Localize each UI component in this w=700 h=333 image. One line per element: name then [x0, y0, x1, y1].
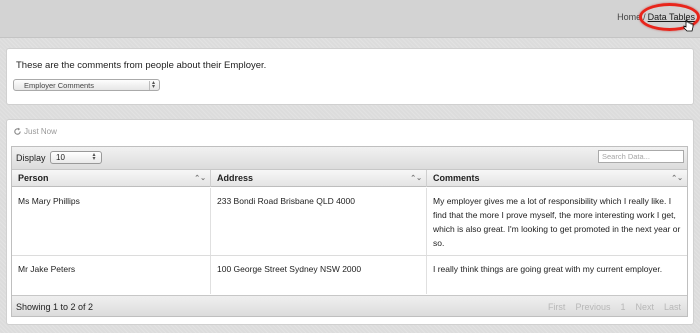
refresh-label: Just Now	[24, 127, 57, 136]
display-count-value: 10	[56, 153, 65, 162]
pagination: First Previous 1 Next Last	[548, 302, 681, 312]
breadcrumb: Home / Data Tables	[617, 12, 695, 22]
table-header: Person ⌃⌄ Address ⌃⌄ Comments ⌃⌄	[12, 170, 687, 187]
breadcrumb-separator: /	[643, 12, 646, 22]
table-toolbar: Display 10 ▴ ▾	[12, 147, 687, 170]
sort-icon: ⌃⌄	[410, 175, 422, 182]
search-input[interactable]	[598, 150, 684, 163]
data-table: Display 10 ▴▾ Person ⌃⌄ Address ⌃⌄ Comme…	[11, 146, 688, 317]
table-row[interactable]: Ms Mary Phillips 233 Bondi Road Brisbane…	[12, 188, 687, 256]
refresh-status[interactable]: Just Now	[13, 127, 57, 136]
column-header-address[interactable]: Address ⌃⌄	[211, 170, 427, 187]
sort-icon: ⌃⌄	[671, 175, 683, 182]
intro-text: These are the comments from people about…	[16, 60, 267, 71]
cell-address: 100 George Street Sydney NSW 2000	[211, 256, 427, 294]
pager-first[interactable]: First	[548, 302, 566, 312]
column-header-person[interactable]: Person ⌃⌄	[12, 170, 211, 187]
display-count-select[interactable]: 10 ▴ ▾	[50, 151, 102, 164]
cell-person: Ms Mary Phillips	[12, 188, 211, 255]
employer-comments-select-value: Employer Comments	[24, 81, 95, 90]
breadcrumb-home-link[interactable]: Home	[617, 12, 641, 22]
cell-comment: I really think things are going great wi…	[433, 264, 663, 274]
table-row[interactable]: Mr Jake Peters 100 George Street Sydney …	[12, 256, 687, 294]
column-header-label: Person	[18, 173, 49, 183]
pager-previous[interactable]: Previous	[575, 302, 610, 312]
sort-icon: ⌃⌄	[194, 175, 206, 182]
intro-panel: These are the comments from people about…	[6, 48, 694, 105]
column-header-comments[interactable]: Comments ⌃⌄	[427, 170, 687, 187]
refresh-icon	[14, 127, 21, 135]
column-header-label: Comments	[433, 173, 480, 183]
cell-comment: My employer gives me a lot of responsibi…	[433, 196, 681, 248]
pager-page-1[interactable]: 1	[620, 302, 625, 312]
select-arrows-icon: ▴ ▾	[92, 152, 96, 162]
employer-comments-select[interactable]: Employer Comments ▴ ▾	[13, 79, 160, 91]
column-header-label: Address	[217, 173, 254, 183]
pager-last[interactable]: Last	[664, 302, 681, 312]
table-info: Showing 1 to 2 of 2	[16, 302, 94, 312]
pager-next[interactable]: Next	[635, 302, 654, 312]
display-label: Display	[16, 153, 46, 163]
cell-address: 233 Bondi Road Brisbane QLD 4000	[211, 188, 427, 255]
table-footer: Showing 1 to 2 of 2 First Previous 1 Nex…	[12, 295, 687, 316]
breadcrumb-data-tables-link[interactable]: Data Tables	[648, 12, 695, 22]
cell-person: Mr Jake Peters	[12, 256, 211, 294]
select-arrows-icon: ▴ ▾	[149, 80, 157, 90]
top-bar: Home / Data Tables	[0, 0, 700, 38]
